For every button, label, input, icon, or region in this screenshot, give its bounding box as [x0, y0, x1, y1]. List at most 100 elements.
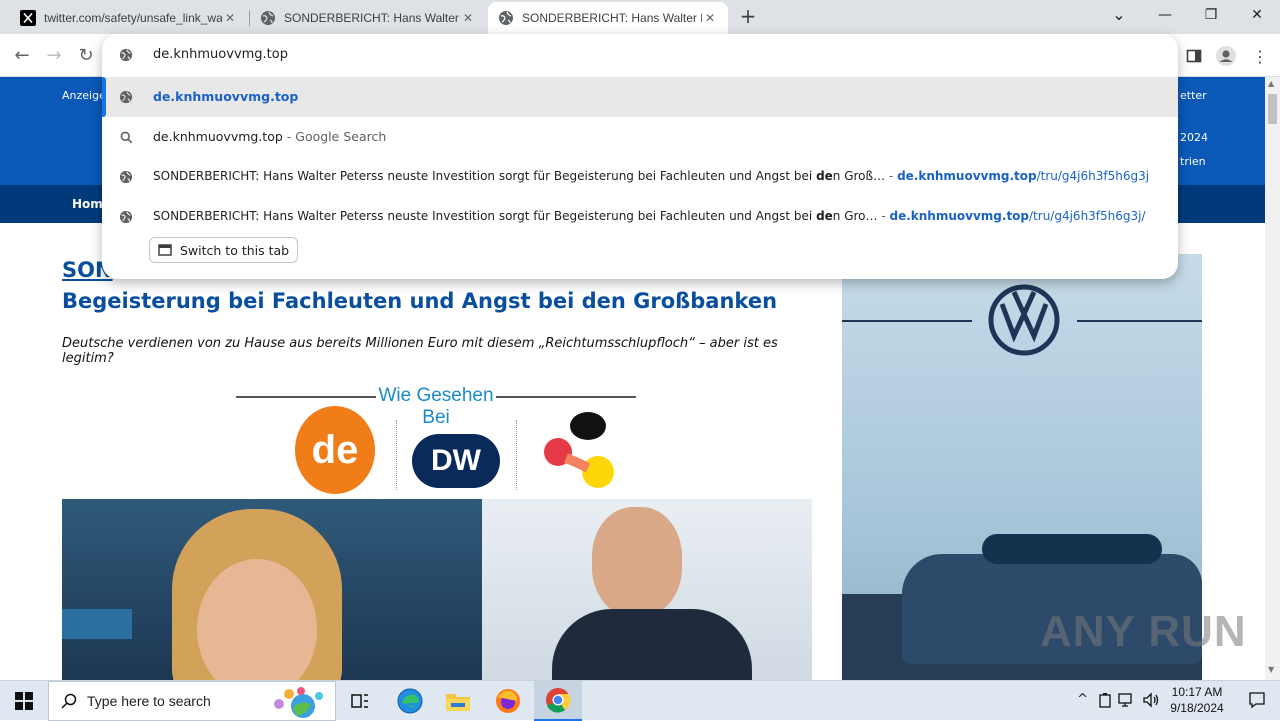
newsletter-link[interactable]: etter: [1180, 89, 1207, 102]
globe-icon: [118, 89, 134, 105]
tab-sonderbericht-1[interactable]: SONDERBERICHT: Hans Walter P ✕: [250, 2, 486, 34]
clock-time: 10:17 AM: [1171, 685, 1223, 699]
search-placeholder: Type here to search: [87, 693, 211, 709]
tab-title: twitter.com/safety/unsafe_link_warning: [44, 11, 222, 25]
suggestion-open-tab[interactable]: SONDERBERICHT: Hans Walter Peterss neust…: [102, 197, 1178, 237]
de-logo: de: [295, 406, 375, 494]
new-tab-plus-icon[interactable]: +: [738, 6, 758, 26]
close-tab-icon[interactable]: ✕: [702, 10, 718, 26]
search-icon: [118, 129, 134, 145]
scroll-up-arrow-icon[interactable]: ▲: [1268, 79, 1274, 88]
person-suit: [552, 609, 752, 680]
suggestion-title-rest: n Groß…: [832, 169, 886, 183]
globe-icon: [118, 169, 134, 185]
divider-right: [496, 396, 636, 398]
minimize-button[interactable]: —: [1142, 0, 1188, 30]
address-input[interactable]: de.knhmuovvmg.top: [153, 47, 288, 62]
profile-avatar-icon[interactable]: [1214, 44, 1238, 68]
suggestion-url-text: de.knhmuovvmg.top: [153, 89, 299, 104]
menu-kebab-icon[interactable]: ⋮: [1248, 44, 1272, 68]
tab-title: SONDERBERICHT: Hans Walter P: [522, 11, 702, 25]
headline-line-2: Begeisterung bei Fachleuten und Angst be…: [62, 289, 778, 313]
banner-industries: trien: [1180, 155, 1206, 168]
logo-separator: [516, 420, 517, 490]
seen-on-heading: Wie Gesehen Bei: [378, 385, 494, 428]
globe-icon: [118, 47, 134, 63]
tab-switch-icon: [158, 244, 172, 256]
close-tab-icon[interactable]: ✕: [460, 10, 476, 26]
anyrun-watermark: ANY RUN: [1040, 607, 1247, 656]
banner-date: 2024: [1180, 131, 1208, 144]
reload-button[interactable]: ↻: [72, 42, 100, 70]
suggestion-title-rest: n Gro…: [832, 209, 878, 223]
globe-icon: [498, 10, 514, 26]
battery-icon[interactable]: [1098, 692, 1112, 708]
tab-title: SONDERBERICHT: Hans Walter P: [284, 11, 460, 25]
article-photos: [62, 499, 812, 680]
suggestion-title-match: de: [816, 209, 833, 223]
page-scrollbar[interactable]: ▲ ▼: [1265, 77, 1280, 680]
seen-on-logos: Wie Gesehen Bei de DW: [236, 382, 636, 496]
windows-start-icon[interactable]: [0, 681, 48, 721]
task-view-icon[interactable]: [336, 681, 384, 721]
third-logo-icon: [544, 412, 614, 488]
taskbar-clock[interactable]: 10:17 AM 9/18/2024: [1162, 684, 1232, 716]
dw-logo: DW: [412, 434, 500, 488]
forward-button[interactable]: →: [40, 42, 68, 70]
suggestion-separator: -: [885, 169, 898, 183]
taskbar-search-box[interactable]: Type here to search: [48, 681, 336, 721]
tab-search-dropdown-icon[interactable]: ⌄: [1096, 0, 1142, 30]
back-button[interactable]: ←: [8, 42, 36, 70]
edge-browser-icon[interactable]: [386, 681, 434, 721]
file-explorer-icon[interactable]: [434, 681, 482, 721]
windows-taskbar: Type here to search ^ 10:17 AM 9/18/2024: [0, 680, 1280, 721]
clock-date: 9/18/2024: [1170, 701, 1224, 715]
tab-sonderbericht-2[interactable]: SONDERBERICHT: Hans Walter P ✕: [488, 2, 728, 34]
divider-left: [236, 396, 376, 398]
suggestion-separator: -: [282, 129, 296, 144]
ad-line-left: [842, 320, 972, 322]
volume-icon[interactable]: [1142, 691, 1160, 709]
switch-to-tab-label: Switch to this tab: [180, 242, 290, 258]
ad-line-right: [1077, 320, 1202, 322]
chrome-icon[interactable]: [534, 681, 582, 721]
tray-overflow-chevron-icon[interactable]: ^: [1077, 692, 1088, 707]
notifications-icon[interactable]: [1248, 691, 1266, 709]
suggestion-url-text: de.knhmuovvmg.top: [897, 169, 1037, 183]
omnibox-dropdown: de.knhmuovvmg.top de.knhmuovvmg.top de.k…: [102, 34, 1178, 279]
suggestion-search[interactable]: de.knhmuovvmg.top - Google Search: [102, 117, 1178, 157]
roof-box: [982, 534, 1162, 564]
firefox-icon[interactable]: [484, 681, 532, 721]
suggestion-query: de.knhmuovvmg.top: [153, 129, 283, 144]
x-logo-icon: [20, 10, 36, 26]
network-icon[interactable]: [1118, 692, 1136, 708]
selection-indicator: [102, 77, 106, 117]
logo-separator: [396, 420, 397, 490]
person-face: [592, 507, 682, 617]
suggestion-engine: Google Search: [295, 129, 387, 144]
switch-to-tab-button[interactable]: Switch to this tab: [149, 237, 299, 263]
globe-icon: [260, 10, 276, 26]
restore-button[interactable]: ❐: [1188, 0, 1234, 30]
omnibox-input-row[interactable]: de.knhmuovvmg.top: [102, 34, 1178, 77]
suggestion-title: SONDERBERICHT: Hans Walter Peterss neust…: [153, 209, 817, 223]
close-tab-icon[interactable]: ✕: [222, 10, 238, 26]
close-window-button[interactable]: ✕: [1234, 0, 1280, 30]
side-panel-icon[interactable]: [1182, 44, 1206, 68]
scroll-down-arrow-icon[interactable]: ▼: [1268, 665, 1274, 674]
tab-twitter[interactable]: twitter.com/safety/unsafe_link_warning ✕: [10, 2, 248, 34]
suggestion-url[interactable]: de.knhmuovvmg.top: [102, 77, 1178, 117]
ad-label: Anzeige: [62, 89, 106, 102]
article-subline: Deutsche verdienen von zu Hause aus bere…: [62, 336, 778, 366]
globe-icon: [118, 209, 134, 225]
suggestion-history[interactable]: SONDERBERICHT: Hans Walter Peterss neust…: [102, 157, 1178, 197]
suggestion-url-text: de.knhmuovvmg.top: [889, 209, 1030, 223]
suggestion-url-path: /tru/g4j6h3f5h6g3j: [1036, 169, 1150, 183]
suggestion-title-match: de: [816, 169, 833, 183]
suggestion-separator: -: [877, 209, 890, 223]
photo-left: [62, 499, 482, 680]
scrollbar-thumb[interactable]: [1268, 94, 1277, 124]
tv-sign: [62, 609, 132, 639]
suggestion-url-path: /tru/g4j6h3f5h6g3j/: [1029, 209, 1146, 223]
photo-right: [482, 499, 812, 680]
